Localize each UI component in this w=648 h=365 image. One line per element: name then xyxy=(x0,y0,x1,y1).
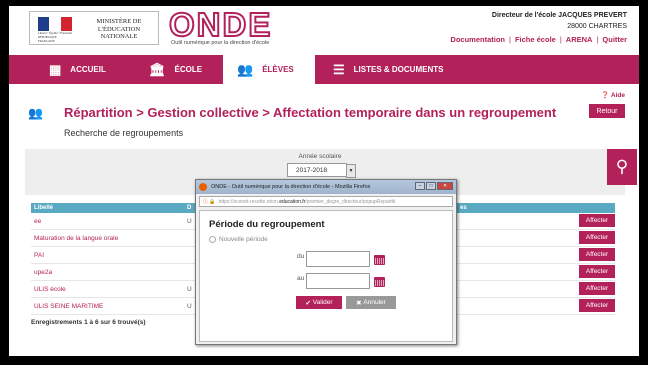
date-du-input[interactable] xyxy=(306,251,370,267)
students-icon: 👥 xyxy=(237,61,254,77)
firefox-icon xyxy=(199,183,207,191)
popup-url-bar[interactable]: ⓘ 🔒 https://sconet-recette.orion. educati… xyxy=(199,196,453,207)
list-icon: ☰ xyxy=(333,61,345,77)
popup-window: ONDE - Outil numérique pour la direction… xyxy=(195,179,457,345)
records-count: Enregistrements 1 à 6 sur 6 trouvé(s) xyxy=(31,319,146,326)
nouvelle-periode-option[interactable]: Nouvelle période xyxy=(209,236,268,243)
url-suffix: /premier_degre_directeur/popupRepartiti xyxy=(305,198,396,205)
link-arena[interactable]: ARENA xyxy=(566,35,593,44)
annuler-button[interactable]: ✖ Annuler xyxy=(346,296,396,309)
url-prefix: https://sconet-recette.orion. xyxy=(218,198,280,205)
app-window: Liberté • Égalité • Fraternité RÉPUBLIQU… xyxy=(9,6,639,356)
building-icon: 🏛 xyxy=(149,61,166,77)
affecter-button[interactable]: Affecter xyxy=(579,265,615,278)
calendar-icon[interactable] xyxy=(374,277,385,287)
nav-listes-label: LISTES & DOCUMENTS xyxy=(353,65,444,74)
window-controls: – □ ✕ xyxy=(415,182,453,190)
minimize-icon[interactable]: – xyxy=(415,182,425,190)
cross-icon: ✖ xyxy=(356,299,364,307)
date-au-input[interactable] xyxy=(306,273,370,289)
annee-label: Année scolaire xyxy=(298,153,342,160)
lock-icon: ⓘ 🔒 xyxy=(203,199,216,205)
url-domain: education.fr xyxy=(279,198,306,205)
link-fiche-ecole[interactable]: Fiche école xyxy=(515,35,556,44)
marianne-logo: Liberté • Égalité • Fraternité RÉPUBLIQU… xyxy=(38,17,72,43)
maximize-icon[interactable]: □ xyxy=(426,182,436,190)
chevron-down-icon[interactable]: ▼ xyxy=(346,164,356,178)
col-es: es xyxy=(460,205,467,211)
nav-eleves[interactable]: 👥 ÉLÈVES xyxy=(223,55,315,84)
top-links: Documentation | Fiche école | ARENA | Quitter xyxy=(450,35,627,44)
ministere-text: MINISTÈRE DE L'ÉDUCATION NATIONALE xyxy=(96,18,142,40)
annee-value: 2017-2018 xyxy=(296,166,328,174)
app-title[interactable]: ONDE xyxy=(168,7,272,43)
app-subtitle: Outil numérique pour la direction d'écol… xyxy=(171,40,270,46)
du-label: du xyxy=(297,253,305,260)
popup-window-title: ONDE - Outil numérique pour la direction… xyxy=(211,184,371,190)
students-icon: 👥 xyxy=(28,106,43,120)
nav-ecole[interactable]: 🏛 ÉCOLE xyxy=(149,55,219,84)
affecter-button[interactable]: Affecter xyxy=(579,299,615,312)
ministry-logo: Liberté • Égalité • Fraternité RÉPUBLIQU… xyxy=(29,11,159,45)
search-button[interactable]: ⚲ xyxy=(607,149,637,185)
nav-listes-documents[interactable]: ☰ LISTES & DOCUMENTS xyxy=(333,55,483,84)
col-libelle: Libellé xyxy=(34,205,54,211)
annee-select[interactable]: 2017-2018 ▼ xyxy=(287,163,356,178)
help-link[interactable]: ❓ Aide xyxy=(601,91,625,99)
calendar-icon[interactable] xyxy=(374,255,385,265)
popup-titlebar[interactable]: ONDE - Outil numérique pour la direction… xyxy=(196,180,456,194)
nav-ecole-label: ÉCOLE xyxy=(174,65,203,74)
row-libelle[interactable]: ULIS SEINE MARITIME xyxy=(31,303,187,310)
radio-button[interactable] xyxy=(209,236,216,243)
affecter-button[interactable]: Affecter xyxy=(579,231,615,244)
nouvelle-periode-label: Nouvelle période xyxy=(219,236,268,243)
annuler-label: Annuler xyxy=(363,299,386,306)
row-libelle[interactable]: ULIS école xyxy=(31,286,187,293)
republique-text: Liberté • Égalité • Fraternité RÉPUBLIQU… xyxy=(38,31,72,43)
valider-button[interactable]: ✔ Valider xyxy=(296,296,342,309)
help-icon: ❓ xyxy=(601,92,610,99)
periode-heading: Période du regroupement xyxy=(209,219,325,230)
nav-accueil[interactable]: ▦ ACCUEIL xyxy=(49,55,129,84)
row-libelle[interactable]: PAI xyxy=(31,252,187,259)
school-city: 28000 CHARTRES xyxy=(567,23,627,30)
valider-label: Valider xyxy=(312,299,333,306)
director-name: Directeur de l'école JACQUES PREVERT xyxy=(491,12,627,19)
affecter-button[interactable]: Affecter xyxy=(579,214,615,227)
row-libelle[interactable]: upe2a xyxy=(31,269,187,276)
retour-button[interactable]: Retour xyxy=(589,104,625,118)
link-documentation[interactable]: Documentation xyxy=(450,35,505,44)
nav-accueil-label: ACCUEIL xyxy=(70,65,106,74)
au-label: au xyxy=(297,275,305,282)
nav-eleves-label: ÉLÈVES xyxy=(262,65,294,74)
page-subtitle: Recherche de regroupements xyxy=(64,128,184,138)
grid-icon: ▦ xyxy=(49,61,62,77)
help-label: Aide xyxy=(610,92,625,99)
search-icon: ⚲ xyxy=(615,157,629,176)
popup-body: Période du regroupement Nouvelle période… xyxy=(199,210,453,342)
header: Liberté • Égalité • Fraternité RÉPUBLIQU… xyxy=(9,6,639,51)
link-quitter[interactable]: Quitter xyxy=(602,35,627,44)
page-title: Répartition > Gestion collective > Affec… xyxy=(64,105,557,120)
row-libelle[interactable]: Maturation de la langue orale xyxy=(31,235,187,242)
close-icon[interactable]: ✕ xyxy=(437,182,453,190)
affecter-button[interactable]: Affecter xyxy=(579,282,615,295)
check-icon: ✔ xyxy=(305,299,313,307)
main-nav: ▦ ACCUEIL 🏛 ÉCOLE 👥 ÉLÈVES ☰ LISTES & DOCUME… xyxy=(9,55,639,84)
affecter-button[interactable]: Affecter xyxy=(579,248,615,261)
row-libelle[interactable]: ee xyxy=(31,218,187,225)
